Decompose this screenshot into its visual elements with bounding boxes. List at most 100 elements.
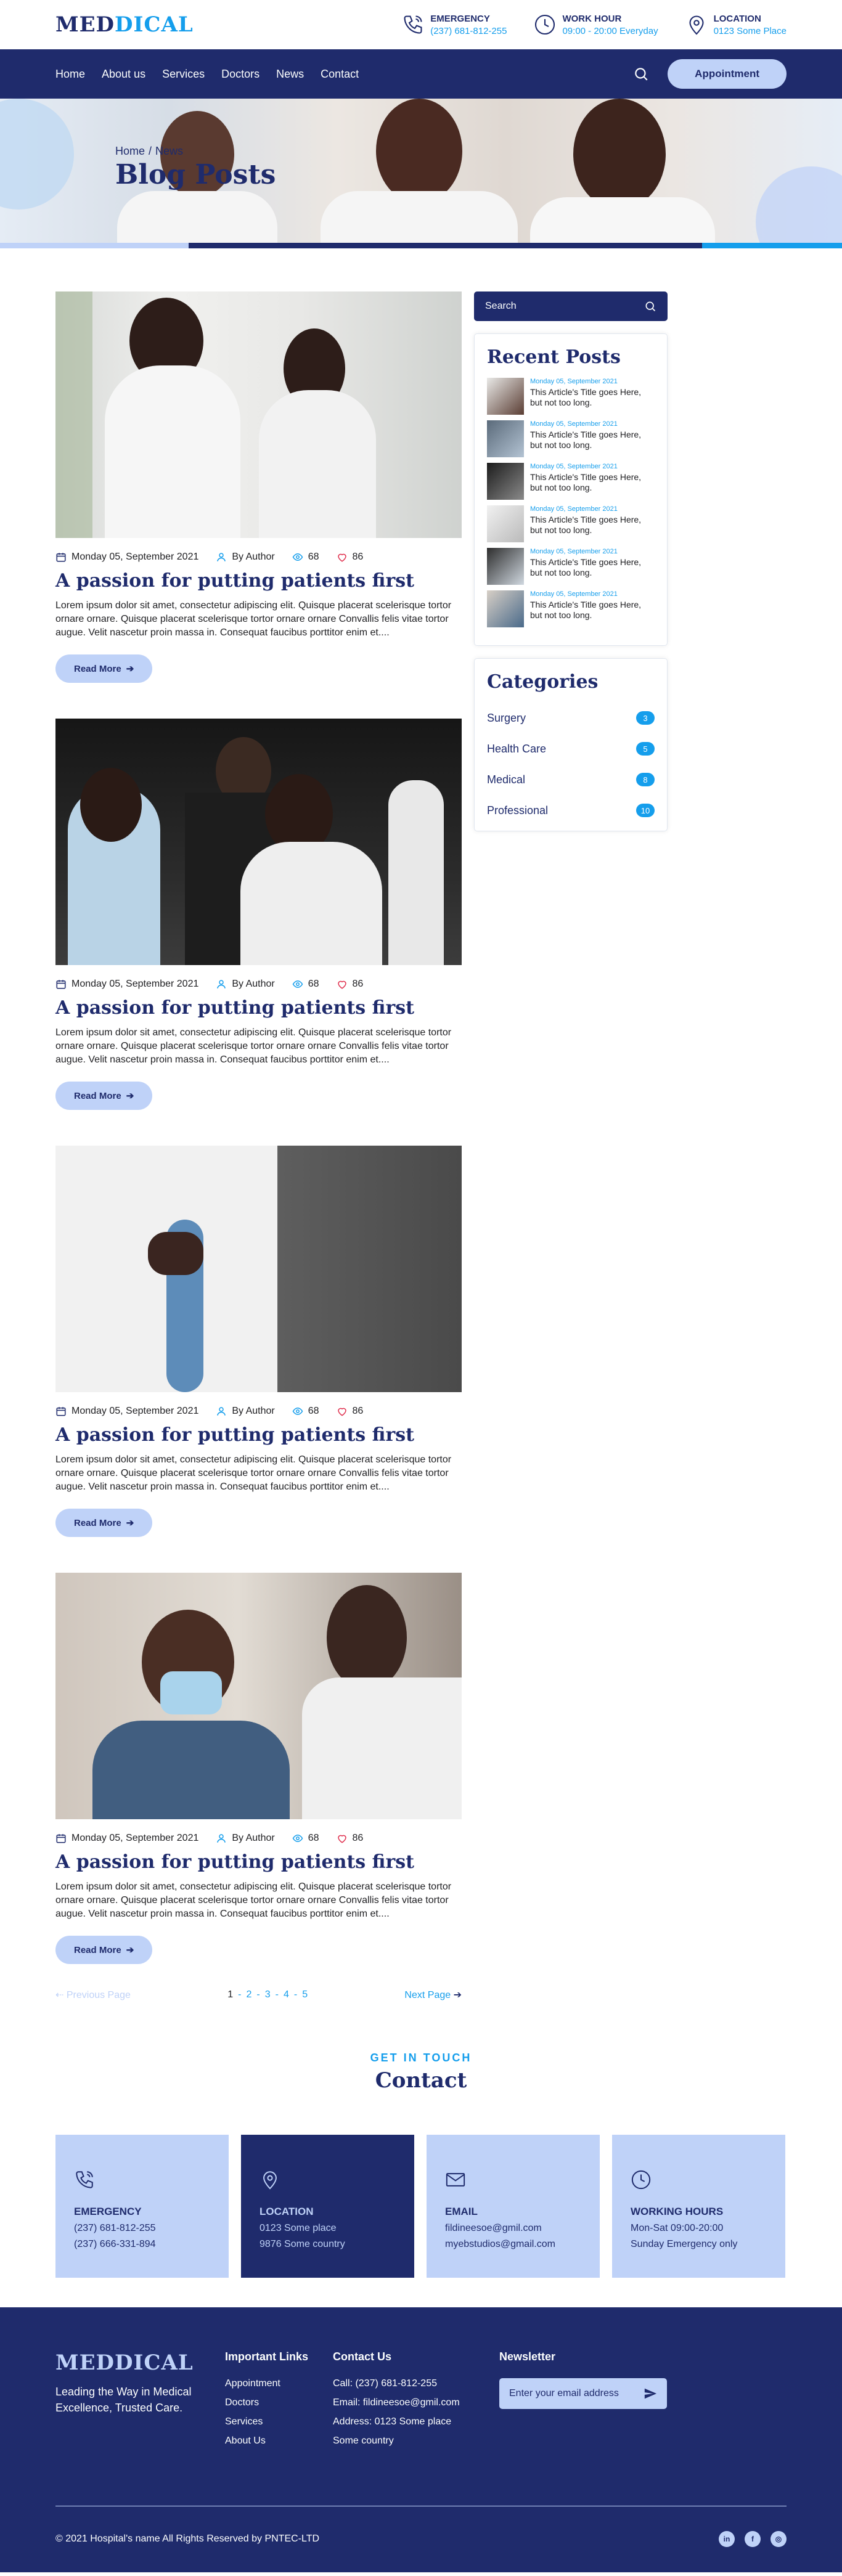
read-more-button[interactable]: Read More ➔ xyxy=(55,1509,153,1537)
arrow-right-icon: ➔ xyxy=(126,1518,134,1528)
heart-icon[interactable] xyxy=(337,1833,348,1844)
appointment-button[interactable]: Appointment xyxy=(668,59,787,89)
post-title[interactable]: A passion for putting patients first xyxy=(55,997,462,1019)
nav-home[interactable]: Home xyxy=(55,68,85,81)
post-excerpt: Lorem ipsum dolor sit amet, consectetur … xyxy=(55,600,452,638)
instagram-icon[interactable]: ◎ xyxy=(770,2531,787,2547)
user-icon xyxy=(217,980,226,988)
post-date: Monday 05, September 2021 xyxy=(72,1833,199,1843)
main-nav: Home About us Services Doctors News Cont… xyxy=(0,49,842,99)
post-views: 68 xyxy=(308,1833,319,1843)
category-count: 5 xyxy=(636,742,655,756)
post-views: 68 xyxy=(308,979,319,989)
contact-card-emergency: EMERGENCY (237) 681-812-255 (237) 666-33… xyxy=(55,2135,229,2278)
calendar-icon xyxy=(56,553,66,562)
linkedin-icon[interactable]: in xyxy=(719,2531,735,2547)
footer-contact-line: Call: (237) 681-812-255 xyxy=(333,2378,437,2389)
nav-doctors[interactable]: Doctors xyxy=(221,68,260,81)
page-3[interactable]: 3 xyxy=(265,1989,271,2000)
hero-decor-circle xyxy=(0,99,74,210)
blog-post: Monday 05, September 2021 By Author 68 8… xyxy=(55,719,462,1110)
contact-section: GET IN TOUCH Contact EMERGENCY (237) 681… xyxy=(55,2052,787,2278)
post-likes: 86 xyxy=(352,979,364,989)
sidebar-search-input[interactable]: Search xyxy=(474,291,668,321)
breadcrumb-home[interactable]: Home xyxy=(115,145,145,157)
phone-icon xyxy=(76,2171,93,2188)
nav-contact[interactable]: Contact xyxy=(321,68,359,81)
post-title[interactable]: A passion for putting patients first xyxy=(55,570,462,592)
search-icon[interactable] xyxy=(644,300,656,312)
page-1[interactable]: 1 xyxy=(227,1989,233,2000)
copyright: © 2021 Hospital's name All Rights Reserv… xyxy=(55,2533,320,2544)
hero-photo-doctor xyxy=(321,191,518,248)
footer-link-about[interactable]: About Us xyxy=(225,2435,333,2447)
newsletter-email-input[interactable]: Enter your email address xyxy=(499,2378,667,2409)
main-content: Monday 05, September 2021 By Author 68 8… xyxy=(55,291,787,2001)
page-5[interactable]: 5 xyxy=(302,1989,308,2000)
post-author[interactable]: By Author xyxy=(232,1406,274,1417)
category-item-medical[interactable]: Medical 8 xyxy=(475,764,667,795)
recent-post-item[interactable]: Monday 05, September 2021 This Article's … xyxy=(487,505,655,542)
post-image[interactable] xyxy=(55,1573,462,1819)
read-more-button[interactable]: Read More ➔ xyxy=(55,1936,153,1964)
read-more-button[interactable]: Read More ➔ xyxy=(55,1082,153,1110)
post-author[interactable]: By Author xyxy=(232,552,274,563)
contact-card-email: EMAIL fildineesoe@gmil.com myebstudios@g… xyxy=(427,2135,600,2278)
logo[interactable]: MEDDICAL xyxy=(55,12,194,37)
search-icon[interactable] xyxy=(633,66,649,82)
hero-banner: Home / News Blog Posts xyxy=(0,99,842,248)
post-image[interactable] xyxy=(55,291,462,538)
footer-logo[interactable]: MEDDICAL xyxy=(55,2350,225,2375)
footer-link-appointment[interactable]: Appointment xyxy=(225,2378,333,2389)
post-image[interactable] xyxy=(55,1146,462,1392)
facebook-icon[interactable]: f xyxy=(745,2531,761,2547)
nav-news[interactable]: News xyxy=(276,68,304,81)
user-icon xyxy=(217,1834,226,1843)
next-page-link[interactable]: Next Page ➔ xyxy=(404,1989,462,2001)
heart-icon[interactable] xyxy=(337,552,348,563)
blog-post: Monday 05, September 2021 By Author 68 8… xyxy=(55,1146,462,1537)
post-image[interactable] xyxy=(55,719,462,965)
post-title[interactable]: A passion for putting patients first xyxy=(55,1424,462,1446)
nav-services[interactable]: Services xyxy=(162,68,205,81)
contact-heading: Contact xyxy=(375,2068,467,2093)
eye-icon xyxy=(292,980,303,988)
blog-post: Monday 05, September 2021 By Author 68 8… xyxy=(55,291,462,683)
recent-post-item[interactable]: Monday 05, September 2021 This Article's … xyxy=(487,590,655,627)
hero-photo-doctor xyxy=(117,191,277,248)
breadcrumb-current: News xyxy=(155,145,184,157)
heart-icon[interactable] xyxy=(337,1406,348,1417)
footer-link-doctors[interactable]: Doctors xyxy=(225,2397,333,2408)
heart-icon[interactable] xyxy=(337,979,348,990)
page-title: Blog Posts xyxy=(115,159,276,190)
category-item-surgery[interactable]: Surgery 3 xyxy=(475,703,667,733)
recent-post-thumbnail xyxy=(487,420,524,457)
footer-newsletter-heading: Newsletter xyxy=(499,2350,556,2363)
recent-post-item[interactable]: Monday 05, September 2021 This Article's … xyxy=(487,548,655,585)
read-more-button[interactable]: Read More ➔ xyxy=(55,654,153,683)
page-2[interactable]: 2 xyxy=(246,1989,251,2000)
nav-about[interactable]: About us xyxy=(102,68,145,81)
recent-post-thumbnail xyxy=(487,378,524,415)
footer-tagline: Leading the Way in Medical Excellence, T… xyxy=(55,2386,192,2414)
topbar-work-hour: WORK HOUR 09:00 - 20:00 Everyday xyxy=(534,14,658,36)
post-excerpt: Lorem ipsum dolor sit amet, consectetur … xyxy=(55,1881,452,1919)
recent-posts-heading: Recent Posts xyxy=(487,346,621,368)
send-icon[interactable] xyxy=(644,2387,657,2400)
category-item-health-care[interactable]: Health Care 5 xyxy=(475,733,667,764)
top-bar: MEDDICAL EMERGENCY (237) 681-812-255 WORK… xyxy=(0,0,842,49)
recent-post-item[interactable]: Monday 05, September 2021 This Article's … xyxy=(487,420,655,457)
recent-post-item[interactable]: Monday 05, September 2021 This Article's … xyxy=(487,463,655,500)
category-item-professional[interactable]: Professional 10 xyxy=(475,795,667,826)
previous-page-link[interactable]: ⇠ Previous Page xyxy=(55,1989,131,2001)
footer-link-services[interactable]: Services xyxy=(225,2416,333,2427)
post-title[interactable]: A passion for putting patients first xyxy=(55,1851,462,1873)
post-date: Monday 05, September 2021 xyxy=(72,552,199,562)
breadcrumb: Home / News xyxy=(115,145,184,157)
post-meta: Monday 05, September 2021 By Author 68 8… xyxy=(55,1406,462,1417)
arrow-right-icon: ➔ xyxy=(126,1945,134,1955)
post-author[interactable]: By Author xyxy=(232,979,274,990)
post-author[interactable]: By Author xyxy=(232,1833,274,1844)
recent-post-item[interactable]: Monday 05, September 2021 This Article's … xyxy=(487,378,655,415)
page-4[interactable]: 4 xyxy=(284,1989,289,2000)
